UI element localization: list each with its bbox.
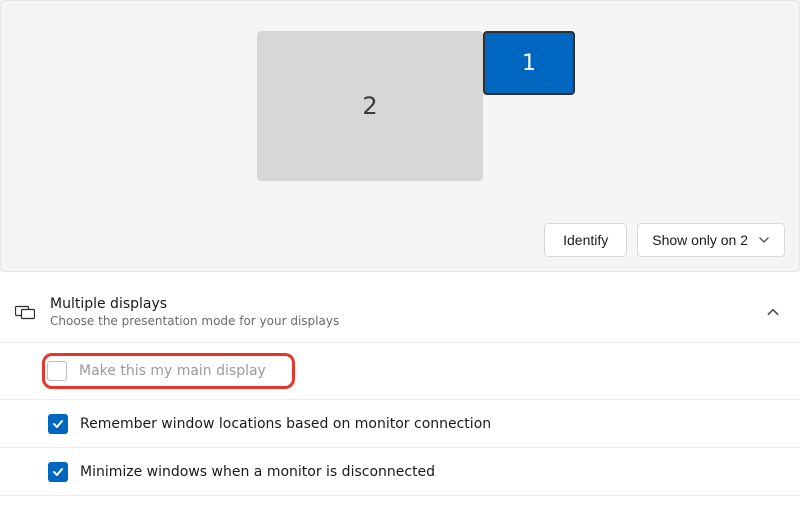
- minimize-disconnect-label: Minimize windows when a monitor is disco…: [80, 464, 435, 480]
- monitor-1[interactable]: 1: [483, 31, 575, 95]
- section-text: Multiple displays Choose the presentatio…: [50, 296, 760, 328]
- display-arrangement-panel: 2 1 Identify Show only on 2: [0, 0, 800, 272]
- chevron-up-icon[interactable]: [760, 299, 786, 325]
- check-icon: [51, 465, 65, 479]
- minimize-disconnect-checkbox[interactable]: [48, 462, 68, 482]
- identify-button-label: Identify: [563, 232, 608, 248]
- monitor-1-label: 1: [522, 51, 536, 76]
- section-title: Multiple displays: [50, 296, 760, 312]
- option-row-remember-locations[interactable]: Remember window locations based on monit…: [0, 400, 800, 448]
- annotation-highlight: Make this my main display: [42, 353, 295, 389]
- projection-mode-label: Show only on 2: [652, 232, 748, 248]
- monitor-2-label: 2: [362, 92, 377, 120]
- monitor-2[interactable]: 2: [257, 31, 483, 181]
- arrangement-buttons: Identify Show only on 2: [544, 223, 785, 257]
- check-icon: [51, 417, 65, 431]
- multiple-displays-header[interactable]: Multiple displays Choose the presentatio…: [0, 280, 800, 343]
- main-display-checkbox: [47, 361, 67, 381]
- chevron-down-icon: [758, 234, 770, 246]
- monitor-canvas[interactable]: 2 1: [15, 15, 785, 205]
- remember-locations-checkbox[interactable]: [48, 414, 68, 434]
- remember-locations-label: Remember window locations based on monit…: [80, 416, 491, 432]
- option-row-main-display-wrap: Make this my main display: [0, 343, 800, 400]
- option-row-ease-cursor[interactable]: Ease cursor movement between displays: [0, 496, 800, 506]
- section-subtitle: Choose the presentation mode for your di…: [50, 314, 760, 328]
- option-row-minimize-disconnect[interactable]: Minimize windows when a monitor is disco…: [0, 448, 800, 496]
- displays-icon: [14, 304, 36, 320]
- projection-mode-dropdown[interactable]: Show only on 2: [637, 223, 785, 257]
- main-display-label: Make this my main display: [79, 363, 266, 379]
- identify-button[interactable]: Identify: [544, 223, 627, 257]
